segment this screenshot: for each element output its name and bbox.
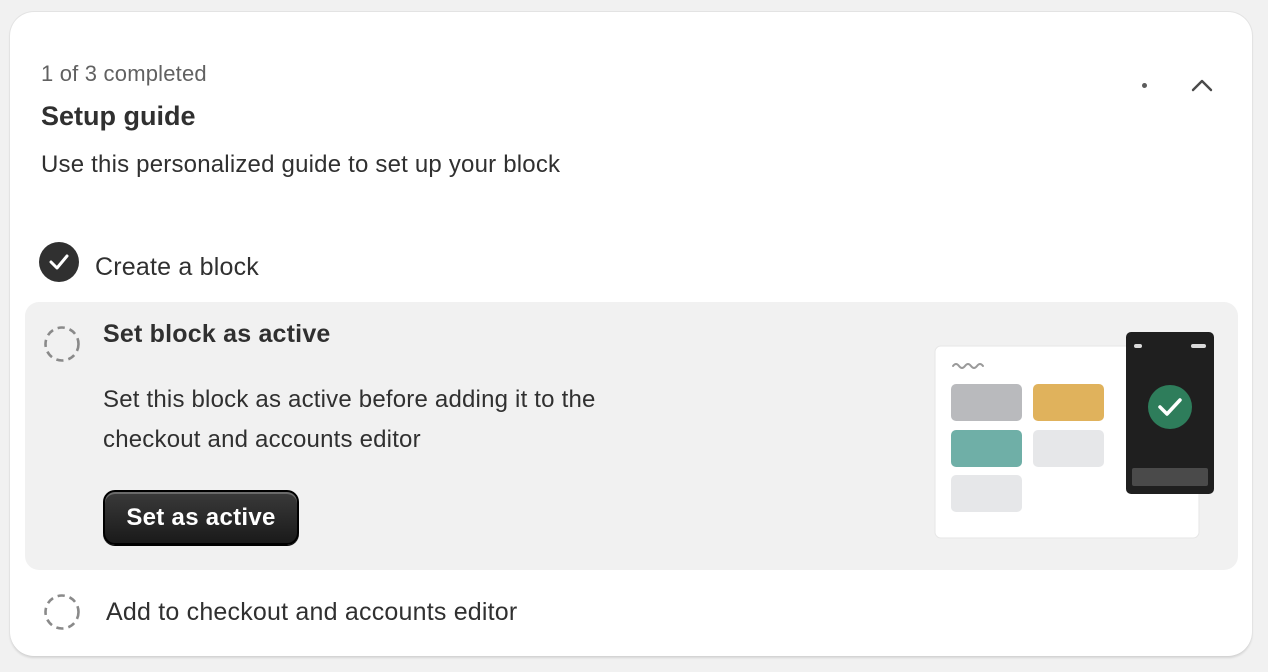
dashed-circle-icon [44, 594, 80, 630]
page-title: Setup guide [41, 101, 196, 131]
check-circle-icon [39, 242, 79, 282]
step-set-block-active: Set block as active Set this block as ac… [25, 302, 1238, 570]
step-create-block[interactable]: Create a block [39, 240, 259, 284]
step-label: Create a block [95, 252, 259, 281]
step-add-to-editor[interactable]: Add to checkout and accounts editor [44, 590, 517, 634]
page-subtitle: Use this personalized guide to set up yo… [41, 151, 561, 178]
collapse-button[interactable] [1182, 68, 1222, 102]
step-title[interactable]: Set block as active [103, 320, 331, 349]
more-horizontal-icon [1141, 82, 1147, 88]
more-actions-button[interactable] [1122, 68, 1166, 102]
dashed-circle-icon[interactable] [44, 326, 80, 362]
chevron-up-icon [1191, 79, 1213, 92]
step-label: Add to checkout and accounts editor [106, 597, 518, 626]
set-as-active-button[interactable]: Set as active [103, 490, 299, 545]
block-preview-illustration [934, 332, 1214, 539]
setup-guide-card: 1 of 3 completed Setup guide Use this pe… [10, 12, 1252, 656]
step-description: Set this block as active before adding i… [103, 386, 596, 453]
progress-text: 1 of 3 completed [41, 61, 207, 86]
